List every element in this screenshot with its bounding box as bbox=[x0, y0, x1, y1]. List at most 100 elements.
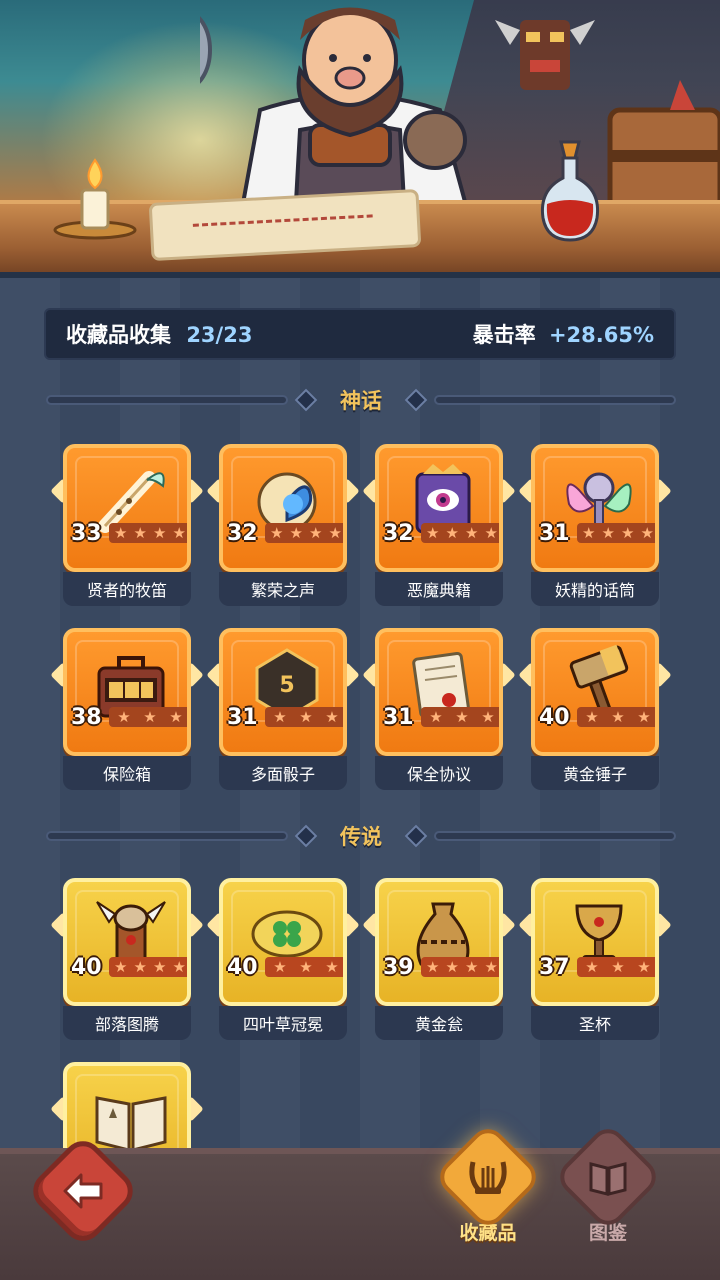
item-level: 31 bbox=[383, 704, 414, 730]
item-name: 贤者的牧笛 bbox=[63, 572, 191, 606]
star-icon: ★ bbox=[172, 523, 186, 542]
collectible-card[interactable]: 37 ★ ★ ★ 圣杯 bbox=[518, 878, 672, 1040]
star-icon: ★ bbox=[445, 523, 459, 542]
collectible-card[interactable]: 31 ★ ★ ★ ★ 妖精的话筒 bbox=[518, 444, 672, 606]
codex-book-icon bbox=[589, 1162, 627, 1196]
star-icon: ★ bbox=[133, 957, 147, 976]
card-frame: 39 ★ ★ ★ ★ bbox=[375, 878, 503, 1006]
item-level: 31 bbox=[227, 704, 258, 730]
star-icon: ★ bbox=[153, 957, 167, 976]
star-icon: ★ bbox=[169, 707, 183, 726]
star-rating: ★ ★ ★ ★ bbox=[109, 957, 187, 977]
card-frame: 37 ★ ★ ★ bbox=[531, 878, 659, 1006]
item-name: 恶魔典籍 bbox=[375, 572, 503, 606]
star-rating: ★ ★ ★ bbox=[265, 707, 343, 727]
star-rating: ★ ★ ★ bbox=[109, 707, 187, 727]
tab-collection[interactable]: 收藏品 bbox=[432, 1121, 544, 1258]
star-rating: ★ ★ ★ bbox=[577, 707, 655, 727]
star-rating: ★ ★ ★ ★ bbox=[109, 523, 187, 543]
tab-codex[interactable]: 图鉴 bbox=[552, 1121, 664, 1258]
star-icon: ★ bbox=[289, 523, 303, 542]
item-level: 40 bbox=[227, 954, 258, 980]
star-icon: ★ bbox=[143, 707, 157, 726]
collectible-card[interactable]: 33 ★ ★ ★ ★ 贤者的牧笛 bbox=[50, 444, 204, 606]
star-icon: ★ bbox=[601, 523, 615, 542]
star-icon: ★ bbox=[582, 523, 596, 542]
star-icon: ★ bbox=[426, 523, 440, 542]
collectible-card[interactable]: 32 ★ ★ ★ ★ 繁荣之声 bbox=[206, 444, 360, 606]
star-icon: ★ bbox=[325, 707, 339, 726]
divider-line bbox=[434, 395, 676, 405]
star-icon: ★ bbox=[153, 523, 167, 542]
star-icon: ★ bbox=[640, 523, 654, 542]
item-name: 四叶草冠冕 bbox=[219, 1006, 347, 1040]
star-icon: ★ bbox=[309, 523, 323, 542]
item-name: 保全协议 bbox=[375, 756, 503, 790]
level-row: 40 ★ ★ ★ ★ bbox=[71, 954, 187, 980]
star-icon: ★ bbox=[273, 957, 287, 976]
collectible-card[interactable]: 40 ★ ★ ★ 黄金锤子 bbox=[518, 628, 672, 790]
star-rating: ★ ★ ★ bbox=[577, 957, 655, 977]
divider-diamond-icon bbox=[294, 388, 318, 412]
level-row: 40 ★ ★ ★ bbox=[227, 954, 343, 980]
collectible-card[interactable]: 40 ★ ★ ★ ★ 部落图腾 bbox=[50, 878, 204, 1040]
item-level: 33 bbox=[71, 520, 102, 546]
star-icon: ★ bbox=[426, 957, 440, 976]
star-icon: ★ bbox=[114, 957, 128, 976]
card-frame: 40 ★ ★ ★ bbox=[531, 628, 659, 756]
star-icon: ★ bbox=[299, 957, 313, 976]
item-level: 37 bbox=[539, 954, 570, 980]
collectible-card[interactable]: 40 ★ ★ ★ 四叶草冠冕 bbox=[206, 878, 360, 1040]
level-row: 31 ★ ★ ★ ★ bbox=[539, 520, 655, 546]
star-rating: ★ ★ ★ ★ bbox=[421, 957, 499, 977]
star-icon: ★ bbox=[465, 523, 479, 542]
star-icon: ★ bbox=[445, 957, 459, 976]
star-icon: ★ bbox=[585, 957, 599, 976]
crit-label: 暴击率 bbox=[472, 323, 536, 347]
divider-diamond-icon bbox=[404, 388, 428, 412]
collectible-card[interactable]: 5 31 ★ ★ ★ 多面骰子 bbox=[206, 628, 360, 790]
star-icon: ★ bbox=[117, 707, 131, 726]
star-icon: ★ bbox=[325, 957, 339, 976]
star-rating: ★ ★ ★ ★ bbox=[265, 523, 343, 543]
star-icon: ★ bbox=[172, 957, 186, 976]
level-row: 39 ★ ★ ★ ★ bbox=[383, 954, 499, 980]
level-row: 38 ★ ★ ★ bbox=[71, 704, 187, 730]
star-icon: ★ bbox=[611, 957, 625, 976]
card-frame: 40 ★ ★ ★ ★ bbox=[63, 878, 191, 1006]
star-rating: ★ ★ ★ ★ bbox=[421, 523, 499, 543]
card-frame: 31 ★ ★ ★ bbox=[375, 628, 503, 756]
divider-line bbox=[46, 395, 288, 405]
star-icon: ★ bbox=[429, 707, 443, 726]
legend-divider: 传说 bbox=[46, 820, 676, 852]
star-icon: ★ bbox=[455, 707, 469, 726]
back-arrow-icon bbox=[63, 1173, 103, 1209]
candle-icon bbox=[53, 158, 137, 240]
level-row: 32 ★ ★ ★ ★ bbox=[383, 520, 499, 546]
level-row: 31 ★ ★ ★ bbox=[227, 704, 343, 730]
collectible-card[interactable]: 39 ★ ★ ★ ★ 黄金瓮 bbox=[362, 878, 516, 1040]
collectible-card[interactable]: 31 ★ ★ ★ 保全协议 bbox=[362, 628, 516, 790]
svg-text:5: 5 bbox=[279, 673, 294, 698]
legend-title: 传说 bbox=[340, 825, 382, 849]
collectible-card[interactable]: 38 ★ ★ ★ 保险箱 bbox=[50, 628, 204, 790]
star-icon: ★ bbox=[484, 957, 498, 976]
divider-diamond-icon bbox=[404, 824, 428, 848]
collection-tab-badge bbox=[432, 1121, 544, 1233]
potion-icon bbox=[540, 140, 600, 242]
card-frame: 38 ★ ★ ★ bbox=[63, 628, 191, 756]
star-icon: ★ bbox=[299, 707, 313, 726]
item-level: 38 bbox=[71, 704, 102, 730]
collection-panel: 收藏品收集 23/23 暴击率 +28.65% 神话 33 ★ ★ ★ ★ 贤者的牧笛 32… bbox=[0, 278, 720, 1190]
item-level: 32 bbox=[383, 520, 414, 546]
codex-tab-badge bbox=[552, 1121, 664, 1233]
card-frame: 32 ★ ★ ★ ★ bbox=[219, 444, 347, 572]
dwarf-merchant bbox=[200, 7, 473, 220]
star-icon: ★ bbox=[481, 707, 495, 726]
card-frame: 32 ★ ★ ★ ★ bbox=[375, 444, 503, 572]
crit-rate: 暴击率 +28.65% bbox=[473, 319, 654, 349]
star-icon: ★ bbox=[637, 707, 651, 726]
card-frame: 31 ★ ★ ★ ★ bbox=[531, 444, 659, 572]
shop-scene bbox=[0, 0, 720, 278]
collectible-card[interactable]: 32 ★ ★ ★ ★ 恶魔典籍 bbox=[362, 444, 516, 606]
